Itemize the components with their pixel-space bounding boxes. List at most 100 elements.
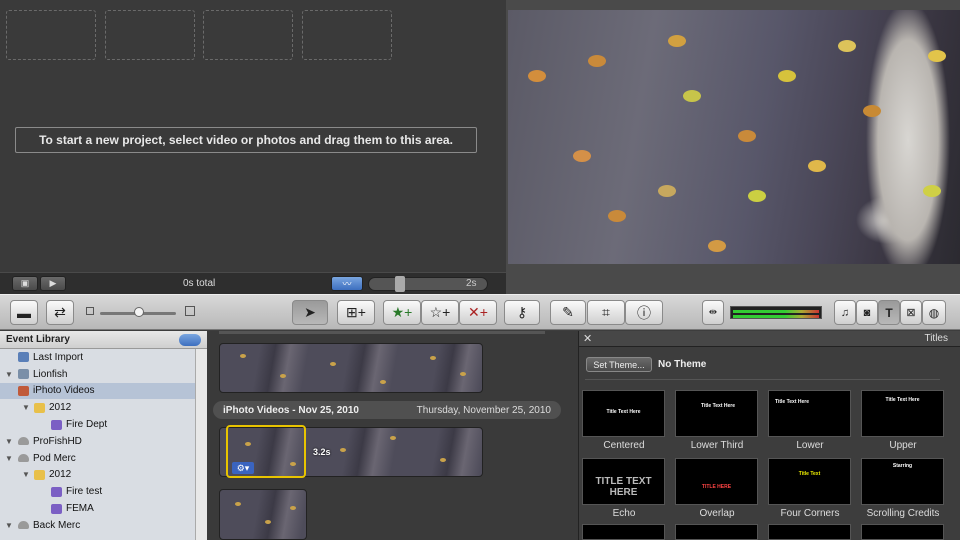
clip-action-button[interactable]: ⚙▾ bbox=[232, 462, 254, 474]
project-area[interactable]: To start a new project, select video or … bbox=[0, 0, 506, 272]
event-list: Last Import ▼ Lionfish iPhoto Videos ▼ 2012 Fi… bbox=[0, 349, 207, 534]
leaf-shape bbox=[528, 70, 546, 82]
title-tile-partial[interactable] bbox=[582, 524, 665, 540]
title-tile-four-corners[interactable]: Title Text bbox=[768, 458, 851, 505]
disclosure-triangle-icon[interactable]: ▼ bbox=[22, 403, 30, 412]
titles-divider bbox=[585, 379, 940, 380]
titles-header: ✕ Titles bbox=[579, 331, 960, 347]
transitions-browser-button[interactable]: ⊠ bbox=[900, 300, 922, 325]
titles-scrollbar[interactable] bbox=[948, 347, 960, 540]
browser-scrollbar[interactable] bbox=[567, 331, 578, 540]
leaf-shape bbox=[608, 210, 626, 222]
crop-icon: ⌗ bbox=[602, 304, 610, 320]
clip-filmstrip[interactable] bbox=[219, 489, 307, 540]
title-tile-scrolling-credits[interactable]: Starring bbox=[861, 458, 944, 505]
dropper-button[interactable]: ✎ bbox=[550, 300, 586, 325]
title-tile-lower-third[interactable]: Title Text Here bbox=[675, 390, 758, 437]
swap-button[interactable]: ⇄ bbox=[46, 300, 74, 325]
disclosure-triangle-icon[interactable]: ▼ bbox=[22, 470, 30, 479]
event-library-scrollbar[interactable] bbox=[195, 349, 207, 540]
event-library-item[interactable]: FEMA bbox=[0, 500, 207, 517]
titles-browser-button[interactable]: T bbox=[878, 300, 900, 325]
title-preview-text: Title Text Here bbox=[701, 403, 735, 409]
disclosure-triangle-icon[interactable]: ▼ bbox=[5, 437, 13, 446]
cloud-toggle-button[interactable] bbox=[179, 334, 201, 346]
title-tile-lower[interactable]: Title Text Here bbox=[768, 390, 851, 437]
crop-button[interactable]: ⌗ bbox=[587, 300, 625, 325]
meter-right-bar bbox=[733, 315, 819, 318]
leaf-shape bbox=[748, 190, 766, 202]
event-library-item[interactable]: ▼ Pod Merc bbox=[0, 450, 207, 467]
event-library-item[interactable]: iPhoto Videos bbox=[0, 382, 207, 400]
title-tile-centered[interactable]: Title Text Here bbox=[582, 390, 665, 437]
event-library-item-label: 2012 bbox=[49, 402, 72, 414]
event-library-item-label: FEMA bbox=[66, 503, 94, 515]
zoom-value: 2s bbox=[466, 278, 477, 289]
event-library-item[interactable]: Last Import bbox=[0, 349, 207, 366]
title-tile-label: Upper bbox=[889, 440, 917, 451]
clip-edge bbox=[219, 331, 545, 334]
drive-icon bbox=[18, 437, 29, 446]
leaf-shape bbox=[838, 40, 856, 52]
event-library-item[interactable]: Fire Dept bbox=[0, 416, 207, 433]
event-library-item[interactable]: ▼ Back Merc bbox=[0, 517, 207, 534]
title-tile-label: Echo bbox=[612, 508, 636, 519]
event-library-item[interactable]: ▼ Lionfish bbox=[0, 366, 207, 383]
viewer-frame bbox=[508, 10, 960, 264]
event-library-item[interactable]: ▼ ProFishHD bbox=[0, 433, 207, 450]
leaf-shape bbox=[738, 130, 756, 142]
inspector-button[interactable]: ⓘ bbox=[625, 300, 663, 325]
unmark-button[interactable]: ☆+ bbox=[421, 300, 459, 325]
thumbnail-size-knob[interactable] bbox=[134, 307, 144, 317]
maps-browser-button[interactable]: ◍ bbox=[922, 300, 946, 325]
photo-browser-button[interactable]: ◙ bbox=[856, 300, 878, 325]
drive-icon bbox=[18, 454, 29, 463]
event-library-title: Event Library bbox=[6, 334, 70, 345]
monitor-icon bbox=[18, 352, 29, 363]
event-library-item[interactable]: ▼ 2012 bbox=[0, 399, 207, 416]
meter-left-bar bbox=[733, 310, 819, 313]
event-library-item[interactable]: Fire test bbox=[0, 483, 207, 500]
close-icon[interactable]: ✕ bbox=[583, 332, 592, 345]
audio-skimming-button[interactable]: ⇹ bbox=[702, 300, 724, 325]
leaf-shape bbox=[683, 90, 701, 102]
clip-filmstrip[interactable] bbox=[219, 343, 483, 393]
keyword-button[interactable]: ⚷ bbox=[504, 300, 540, 325]
event-library-item-label: Pod Merc bbox=[33, 452, 76, 464]
audio-toggle-button[interactable]: 〰 bbox=[331, 276, 363, 291]
title-tile-upper[interactable]: Title Text Here bbox=[861, 390, 944, 437]
camera-import-button[interactable]: ▬ bbox=[10, 300, 38, 325]
title-tile-partial[interactable] bbox=[768, 524, 851, 540]
title-tile-echo[interactable]: TITLE TEXT HERE bbox=[582, 458, 665, 505]
music-browser-button[interactable]: ♫ bbox=[834, 300, 856, 325]
person-icon bbox=[185, 306, 195, 316]
leaf-shape bbox=[923, 185, 941, 197]
title-t-icon: T bbox=[885, 305, 893, 320]
drive-icon bbox=[18, 521, 29, 530]
title-tile-overlap[interactable]: TITLE HERE bbox=[675, 458, 758, 505]
set-theme-button[interactable]: Set Theme... bbox=[586, 357, 652, 372]
play-fullscreen-button[interactable]: ▣ bbox=[12, 276, 38, 291]
disclosure-triangle-icon[interactable]: ▼ bbox=[5, 370, 13, 379]
reject-button[interactable]: ✕+ bbox=[459, 300, 497, 325]
globe-icon: ◍ bbox=[928, 305, 940, 320]
add-to-project-button[interactable]: ⊞+ bbox=[337, 300, 375, 325]
project-bar: ▣ ▶ 0s total 〰 2s bbox=[0, 272, 506, 294]
event-library-item[interactable]: ▼ 2012 bbox=[0, 467, 207, 484]
main-toolbar: ▬ ⇄ ➤ ⊞+ ★+ ☆+ ✕+ ⚷ ✎ ⌗ ⓘ ⇹ ♫ ◙ T ⊠ ◍ bbox=[0, 294, 960, 330]
disclosure-triangle-icon[interactable]: ▼ bbox=[5, 454, 13, 463]
project-slot bbox=[302, 10, 392, 60]
title-tile-partial[interactable] bbox=[861, 524, 944, 540]
disclosure-triangle-icon[interactable]: ▼ bbox=[5, 521, 13, 530]
favorite-button[interactable]: ★+ bbox=[383, 300, 421, 325]
audio-skim-icon: ⇹ bbox=[708, 307, 718, 318]
camera-photo-icon: ◙ bbox=[863, 306, 871, 319]
title-tile-label: Lower Third bbox=[690, 440, 744, 451]
zoom-thumb[interactable] bbox=[395, 276, 405, 292]
key-icon: ⚷ bbox=[516, 304, 528, 320]
play-button[interactable]: ▶ bbox=[40, 276, 66, 291]
project-slot bbox=[203, 10, 293, 60]
event-library: Event Library Last Import ▼ Lionfish iPhoto… bbox=[0, 331, 207, 540]
title-tile-partial[interactable] bbox=[675, 524, 758, 540]
arrow-tool-button[interactable]: ➤ bbox=[292, 300, 328, 325]
